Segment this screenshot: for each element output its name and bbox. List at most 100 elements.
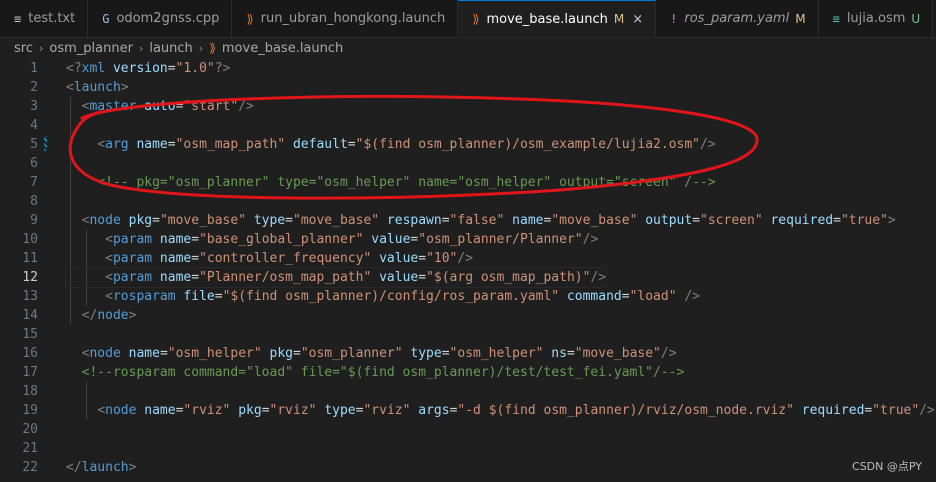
line-code: <param name="Planner/osm_map_path" value…	[64, 267, 608, 288]
code-line[interactable]: 13 <rosparam file="$(find osm_planner)/c…	[0, 287, 936, 306]
tab-label: test.txt	[28, 11, 76, 26]
code-token: "move_base"	[574, 346, 661, 361]
code-line[interactable]: 12 <param name="Planner/osm_map_path" va…	[0, 267, 936, 288]
line-code: <param name="controller_frequency" value…	[66, 249, 473, 268]
yaml-file-icon: !	[670, 11, 678, 26]
code-token: xml	[81, 61, 106, 76]
code-line[interactable]: 14 </node>	[0, 306, 936, 325]
line-code: <node pkg="move_base" type="move_base" r…	[66, 211, 896, 230]
chevron-right-icon: ›	[38, 41, 44, 55]
code-token: "$(arg osm_map_path)"	[426, 270, 591, 285]
code-token: command	[559, 289, 622, 304]
line-number: 18	[22, 384, 38, 399]
line-code: <node name="osm_helper" pkg="osm_planner…	[66, 344, 677, 363]
code-token: pkg	[261, 346, 294, 361]
code-line[interactable]: 4	[0, 116, 936, 135]
tab-lujia-osm[interactable]: ≡ lujia.osm U	[819, 0, 934, 37]
line-code: <!-- pkg="osm_planner" type="osm_helper"…	[66, 173, 716, 192]
tab-label: run_ubran_hongkong.launch	[260, 11, 446, 26]
code-token: name	[152, 232, 192, 247]
code-line[interactable]: 2 <launch>	[0, 78, 936, 97]
code-line[interactable]: 22 </launch>	[0, 458, 936, 477]
code-token: />	[660, 346, 677, 361]
code-token: />	[590, 270, 607, 285]
code-line[interactable]: 9 <node pkg="move_base" type="move_base"…	[0, 211, 936, 230]
code-line[interactable]: 18	[0, 382, 936, 401]
code-token: "Planner/osm_map_path"	[199, 270, 372, 285]
code-token: pkg	[120, 213, 153, 228]
code-line[interactable]: 10 <param name="base_global_planner" val…	[0, 230, 936, 249]
code-line[interactable]: 15	[0, 325, 936, 344]
code-token: =	[347, 137, 356, 152]
editor-tab-bar: ≡ test.txt Godom2gnss.cpp ⟫ run_ubran_hongko…	[0, 0, 936, 38]
code-token: arg	[105, 137, 129, 152]
code-token: =	[441, 213, 450, 228]
code-line[interactable]: 5 <arg name="osm_map_path" default="$(fi…	[0, 135, 936, 154]
code-token: =	[285, 213, 293, 228]
code-token: name	[120, 346, 160, 361]
code-line[interactable]: 11 <param name="controller_frequency" va…	[0, 249, 936, 268]
code-line[interactable]: 19 <node name="rviz" pkg="rviz" type="rv…	[0, 401, 936, 420]
code-token: "rviz"	[269, 403, 317, 418]
code-token: <	[105, 270, 113, 285]
line-code: </launch>	[66, 458, 136, 477]
line-number: 14	[22, 308, 38, 323]
breadcrumb-item[interactable]: osm_planner	[49, 41, 133, 56]
line-number: 15	[22, 327, 38, 342]
tab-test-txt[interactable]: ≡ test.txt	[0, 0, 89, 37]
code-token: =	[566, 346, 575, 361]
tab-move-base-launch[interactable]: ⟫ move_base.launch M ×	[458, 0, 657, 37]
line-number: 13	[22, 289, 38, 304]
modified-indicator: M	[795, 11, 806, 26]
code-token: name	[152, 270, 192, 285]
tab-ros-param-yaml[interactable]: ! ros_param.yaml M	[656, 0, 819, 37]
code-line[interactable]: 3 <master auto="start"/>	[0, 97, 936, 116]
close-icon[interactable]: ×	[632, 12, 643, 27]
code-line[interactable]: 21	[0, 439, 936, 458]
code-line[interactable]: 7 <!-- pkg="osm_planner" type="osm_helpe…	[0, 173, 936, 192]
code-token: param	[112, 251, 153, 266]
breadcrumb-item[interactable]: launch	[149, 41, 192, 56]
code-token: output	[637, 213, 693, 228]
code-token: value	[371, 251, 419, 266]
code-line[interactable]: 17 <!--rosparam command="load" file="$(f…	[0, 363, 936, 382]
code-token: ?>	[214, 61, 231, 76]
code-token: "osm_planner"	[300, 346, 403, 361]
code-token: "load"	[629, 289, 677, 304]
code-token: name	[504, 213, 544, 228]
line-code: <!--rosparam command="load" file="$(find…	[66, 363, 685, 382]
breadcrumb-item[interactable]: src	[14, 41, 33, 56]
code-token: =	[152, 213, 160, 228]
code-token: <	[97, 403, 106, 418]
code-line[interactable]: 1 <?xml version="1.0"?>	[0, 59, 936, 78]
code-token: "move_base"	[293, 213, 380, 228]
code-line[interactable]: 8	[0, 192, 936, 211]
line-number: 11	[22, 251, 38, 266]
code-token: "osm_map_path"	[175, 137, 286, 152]
launch-file-icon: ⟫	[209, 41, 216, 55]
line-number: 4	[30, 118, 38, 133]
code-token: "move_base"	[159, 213, 247, 228]
line-code: </node>	[66, 306, 137, 325]
code-token: =	[214, 289, 223, 304]
line-number: 5	[30, 137, 38, 152]
tab-run-ubran-hongkong-launch[interactable]: ⟫ run_ubran_hongkong.launch	[232, 0, 459, 37]
line-number: 17	[22, 365, 38, 380]
code-line[interactable]: 6	[0, 154, 936, 173]
code-line[interactable]: 16 <node name="osm_helper" pkg="osm_plan…	[0, 344, 936, 363]
code-token: node	[89, 213, 121, 228]
code-editor[interactable]: 1 <?xml version="1.0"?> 2 <launch> 3 <master…	[0, 59, 936, 482]
code-token: <!-- pkg="osm_planner" type="osm_helper"…	[97, 175, 716, 190]
code-line[interactable]: 20	[0, 420, 936, 439]
line-code: <rosparam file="$(find osm_planner)/conf…	[66, 287, 700, 306]
tab-odom2gnss-cpp[interactable]: Godom2gnss.cpp	[88, 0, 233, 37]
breadcrumb-item[interactable]: move_base.launch	[222, 41, 343, 56]
code-token: value	[363, 232, 411, 247]
watermark: CSDN @点PY	[852, 460, 922, 473]
code-token: args	[410, 403, 450, 418]
code-token: =	[261, 403, 270, 418]
modified-indicator: M	[613, 12, 625, 26]
code-token: =	[167, 137, 176, 152]
code-token: =	[833, 213, 841, 228]
